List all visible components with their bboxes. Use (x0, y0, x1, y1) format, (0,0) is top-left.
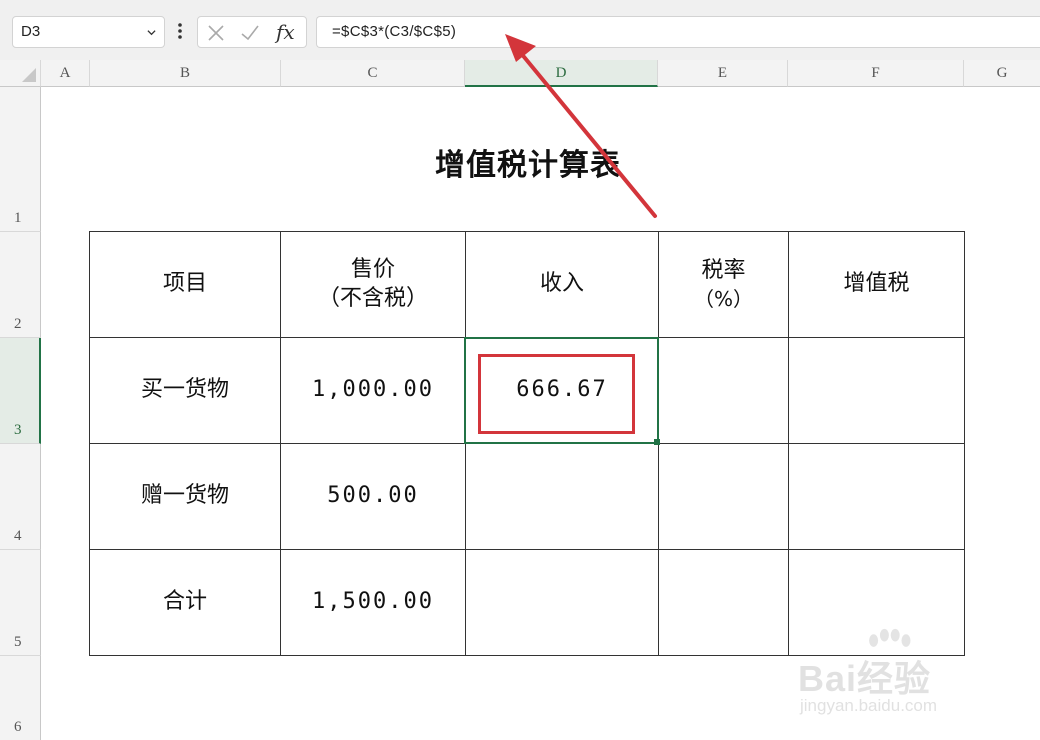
cell-e4[interactable] (658, 443, 789, 550)
cell-b5[interactable]: 合计 (89, 549, 281, 656)
baidu-watermark: Bai经验 jingyan.baidu.com (798, 628, 983, 720)
column-header-d[interactable]: D (465, 60, 658, 87)
header-cell-income[interactable]: 收入 (465, 231, 659, 338)
check-icon[interactable] (240, 23, 260, 43)
header-sublabel: （不含税） (317, 285, 428, 311)
header-label: 增值税 (843, 271, 910, 297)
header-label: 售价 (350, 256, 395, 282)
more-options-icon[interactable] (175, 20, 185, 42)
header-label: 项目 (162, 271, 207, 297)
header-cell-vat[interactable]: 增值税 (788, 231, 965, 338)
cell-b3[interactable]: 买一货物 (89, 337, 281, 444)
cell-d4[interactable] (465, 443, 659, 550)
header-cell-rate[interactable]: 税率 （%） (658, 231, 789, 338)
cell-d5[interactable] (465, 549, 659, 656)
header-label: 收入 (539, 271, 584, 297)
name-box-value: D3 (21, 23, 41, 40)
price-value: 500.00 (327, 483, 419, 509)
cell-f3[interactable] (788, 337, 965, 444)
item-name: 合计 (162, 589, 207, 615)
column-header-e[interactable]: E (658, 60, 788, 87)
name-box[interactable]: D3 (12, 16, 165, 48)
row-header-2[interactable]: 2 (0, 232, 41, 338)
row-header-1[interactable]: 1 (0, 87, 41, 232)
row-header-4[interactable]: 4 (0, 444, 41, 550)
fill-handle[interactable] (654, 439, 660, 445)
cancel-icon[interactable] (206, 23, 226, 43)
row-number: 5 (14, 634, 22, 650)
highlight-box (478, 354, 635, 434)
formula-actions: fx (197, 16, 307, 48)
column-header-c[interactable]: C (281, 60, 465, 87)
cell-e5[interactable] (658, 549, 789, 656)
formula-input[interactable]: =$C$3*(C3/$C$5) (316, 16, 1040, 48)
row-header-6[interactable]: 6 (0, 656, 41, 740)
row-header-5[interactable]: 5 (0, 550, 41, 656)
price-value: 1,500.00 (312, 589, 434, 615)
sheet-title[interactable]: 增值税计算表 (280, 140, 776, 184)
item-name: 赠一货物 (140, 483, 229, 509)
column-header-g[interactable]: G (964, 60, 1040, 87)
chevron-down-icon[interactable] (147, 28, 156, 37)
header-cell-price[interactable]: 售价 （不含税） (280, 231, 466, 338)
select-all-icon (22, 68, 36, 82)
cell-c3[interactable]: 1,000.00 (280, 337, 466, 444)
header-sublabel: （%） (693, 286, 753, 311)
row-header-3[interactable]: 3 (0, 338, 41, 444)
cell-c5[interactable]: 1,500.00 (280, 549, 466, 656)
row-number: 3 (14, 422, 22, 438)
watermark-brand: Bai经验 (798, 658, 932, 699)
row-number: 6 (14, 719, 22, 735)
cell-c4[interactable]: 500.00 (280, 443, 466, 550)
row-number: 2 (14, 316, 22, 332)
formula-text: =$C$3*(C3/$C$5) (332, 23, 457, 40)
price-value: 1,000.00 (312, 377, 434, 403)
column-header-f[interactable]: F (788, 60, 964, 87)
header-label: 税率 (701, 258, 746, 284)
watermark-url: jingyan.baidu.com (800, 696, 938, 715)
column-header-a[interactable]: A (41, 60, 90, 87)
select-all-corner[interactable] (0, 60, 41, 87)
row-number: 1 (14, 210, 22, 226)
cell-b4[interactable]: 赠一货物 (89, 443, 281, 550)
formula-bar-area: D3 fx =$C$3*(C3/$C$5) (0, 0, 1040, 60)
column-header-b[interactable]: B (90, 60, 281, 87)
header-cell-item[interactable]: 项目 (89, 231, 281, 338)
item-name: 买一货物 (140, 377, 229, 403)
cell-f4[interactable] (788, 443, 965, 550)
cell-e3[interactable] (658, 337, 789, 444)
insert-function-icon[interactable]: fx (276, 20, 295, 44)
row-number: 4 (14, 528, 22, 544)
